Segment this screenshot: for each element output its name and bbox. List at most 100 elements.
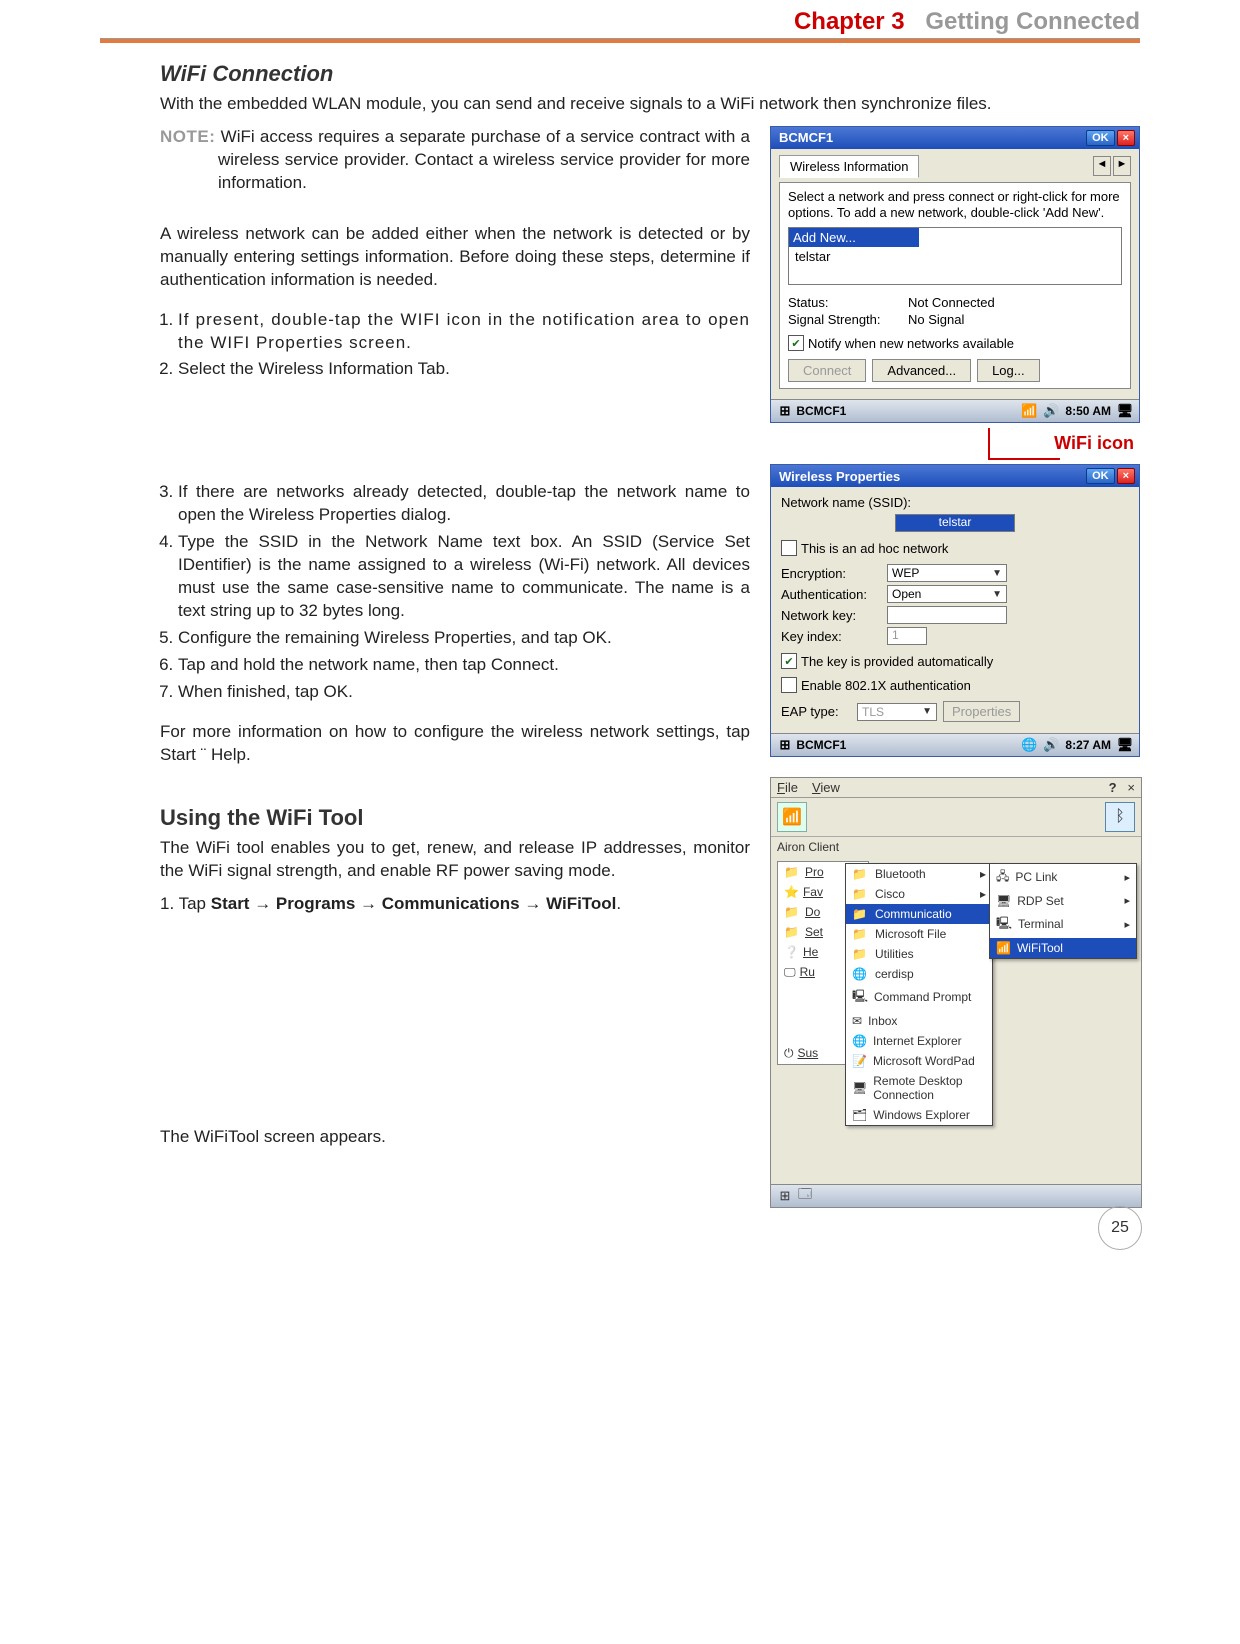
notify-checkbox[interactable]: ✔ bbox=[788, 335, 804, 351]
key-index-input[interactable]: 1 bbox=[887, 627, 927, 645]
dot1x-label: Enable 802.1X authentication bbox=[801, 678, 971, 693]
adhoc-checkbox[interactable] bbox=[781, 540, 797, 556]
chapter-number: Chapter 3 bbox=[794, 8, 905, 35]
ss2-taskbar-app: BCMCF1 bbox=[796, 738, 846, 752]
step-b-6: Tap and hold the network name, then tap … bbox=[178, 654, 750, 677]
ss2-title: Wireless Properties bbox=[779, 469, 900, 484]
step-b-7: When finished, tap OK. bbox=[178, 681, 750, 704]
ss2-ok-button[interactable]: OK bbox=[1086, 468, 1115, 484]
callout-arrow-icon bbox=[988, 428, 1060, 460]
ssid-input[interactable]: telstar bbox=[895, 514, 1015, 532]
status-value: Not Connected bbox=[908, 295, 995, 310]
chapter-header: Chapter 3 Getting Connected bbox=[100, 0, 1140, 38]
menu-item[interactable]: 🖳 Command Prompt bbox=[846, 984, 992, 1011]
add-network-text: A wireless network can be added either w… bbox=[160, 223, 750, 292]
ss3-start-icon[interactable]: ⊞ bbox=[777, 1188, 793, 1204]
step-b-4: Type the SSID in the Network Name text b… bbox=[178, 531, 750, 623]
menu-item[interactable]: Cisco▸ bbox=[846, 884, 992, 904]
menu-view[interactable]: View bbox=[812, 780, 840, 795]
ss1-title: BCMCF1 bbox=[779, 130, 833, 145]
advanced-button[interactable]: Advanced... bbox=[872, 359, 971, 382]
chapter-title: Getting Connected bbox=[925, 8, 1140, 35]
ss1-item-telstar[interactable]: telstar bbox=[789, 247, 1121, 266]
menu-item[interactable]: 🖥 Remote Desktop Connection bbox=[846, 1071, 992, 1105]
step-a-1: If present, double-tap the WIFI icon in … bbox=[178, 310, 750, 352]
submenu-item-wifitool[interactable]: 📶 WiFiTool bbox=[990, 938, 1136, 958]
wifi-icon-label: WiFi icon bbox=[770, 431, 1140, 464]
ss3-close-icon[interactable]: × bbox=[1127, 780, 1135, 795]
note-paragraph: NOTE: WiFi access requires a separate pu… bbox=[160, 126, 750, 195]
enc-label: Encryption: bbox=[781, 566, 881, 581]
auth-label: Authentication: bbox=[781, 587, 881, 602]
tool-intro: The WiFi tool enables you to get, renew,… bbox=[160, 837, 750, 883]
tab-left-icon[interactable]: ◄ bbox=[1093, 156, 1111, 176]
signal-value: No Signal bbox=[908, 312, 964, 327]
dot1x-checkbox[interactable] bbox=[781, 677, 797, 693]
ss1-add-new[interactable]: Add New... bbox=[789, 228, 919, 247]
start-icon[interactable]: ⊞ bbox=[777, 403, 793, 419]
close-icon[interactable]: × bbox=[1117, 130, 1135, 146]
tab-right-icon[interactable]: ► bbox=[1113, 156, 1131, 176]
wifi-icon[interactable]: 📶 bbox=[1021, 403, 1037, 419]
eap-select: TLS▼ bbox=[857, 703, 937, 721]
step-b-5: Configure the remaining Wireless Propert… bbox=[178, 627, 750, 650]
encryption-select[interactable]: WEP▼ bbox=[887, 564, 1007, 582]
communications-submenu: 🖧 PC Link▸ 🖥 RDP Set▸ 🖳 Terminal▸ 📶 WiFi… bbox=[989, 863, 1137, 959]
ss1-help-text: Select a network and press connect or ri… bbox=[788, 189, 1122, 222]
steps-list-b: If there are networks already detected, … bbox=[160, 481, 750, 703]
ss1-ok-button[interactable]: OK bbox=[1086, 130, 1115, 146]
menu-item[interactable]: Bluetooth▸ bbox=[846, 864, 992, 884]
menu-item[interactable]: Utilities bbox=[846, 944, 992, 964]
eap-label: EAP type: bbox=[781, 704, 851, 719]
menu-file[interactable]: File bbox=[777, 780, 798, 795]
log-button[interactable]: Log... bbox=[977, 359, 1040, 382]
menu-item-communications[interactable]: Communicatio bbox=[846, 904, 992, 924]
tool-result: The WiFiTool screen appears. bbox=[160, 1126, 750, 1149]
signal-label: Signal Strength: bbox=[788, 312, 908, 327]
submenu-item[interactable]: 🖥 RDP Set▸ bbox=[990, 891, 1136, 911]
ss1-tab[interactable]: Wireless Information bbox=[779, 155, 919, 178]
step-a-2: Select the Wireless Information Tab. bbox=[178, 358, 750, 381]
menu-item[interactable]: 📝 Microsoft WordPad bbox=[846, 1051, 992, 1071]
bluetooth-icon[interactable]: ᛒ bbox=[1105, 802, 1135, 832]
ss3-explorer-icon[interactable]: 🗔 bbox=[797, 1188, 813, 1204]
network-key-input[interactable] bbox=[887, 606, 1007, 624]
section-heading-wifi: WiFi Connection bbox=[160, 61, 1140, 87]
wifi-tool-icon[interactable]: 📶 bbox=[777, 802, 807, 832]
idx-label: Key index: bbox=[781, 629, 881, 644]
section-heading-tool: Using the WiFi Tool bbox=[160, 805, 750, 831]
ss2-start-icon[interactable]: ⊞ bbox=[777, 737, 793, 753]
ss2-sound-icon[interactable]: 🔊 bbox=[1043, 737, 1059, 753]
status-label: Status: bbox=[788, 295, 908, 310]
sound-icon[interactable]: 🔊 bbox=[1043, 403, 1059, 419]
ss1-time: 8:50 AM bbox=[1065, 404, 1111, 418]
properties-button: Properties bbox=[943, 701, 1020, 722]
ssid-label: Network name (SSID): bbox=[781, 495, 1129, 510]
client-label: Airon Client bbox=[771, 837, 1141, 857]
note-label: NOTE: bbox=[160, 127, 215, 146]
submenu-item[interactable]: 🖧 PC Link▸ bbox=[990, 864, 1136, 891]
menu-item[interactable]: 🗂 Windows Explorer bbox=[846, 1105, 992, 1125]
ss1-network-list[interactable]: Add New... telstar bbox=[788, 227, 1122, 285]
auto-checkbox[interactable]: ✔ bbox=[781, 653, 797, 669]
header-rule bbox=[100, 38, 1140, 43]
ss2-time: 8:27 AM bbox=[1065, 738, 1111, 752]
auto-label: The key is provided automatically bbox=[801, 654, 993, 669]
ss2-close-icon[interactable]: × bbox=[1117, 468, 1135, 484]
menu-item[interactable]: 🌐 Internet Explorer bbox=[846, 1031, 992, 1051]
menu-item[interactable]: ✉ Inbox bbox=[846, 1011, 992, 1031]
menu-item[interactable]: Microsoft File bbox=[846, 924, 992, 944]
step-b-3: If there are networks already detected, … bbox=[178, 481, 750, 527]
screenshot-start-menu: File View ? × 📶 ᛒ Airon Client bbox=[770, 777, 1142, 1208]
ss2-desktop-icon[interactable]: 🖥 bbox=[1117, 737, 1133, 753]
list-empty-row bbox=[789, 266, 1121, 284]
help-icon[interactable]: ? bbox=[1109, 780, 1117, 795]
authentication-select[interactable]: Open▼ bbox=[887, 585, 1007, 603]
intro-text: With the embedded WLAN module, you can s… bbox=[160, 93, 1140, 116]
connect-button[interactable]: Connect bbox=[788, 359, 866, 382]
submenu-item[interactable]: 🖳 Terminal▸ bbox=[990, 911, 1136, 938]
desktop-icon[interactable]: 🖥 bbox=[1117, 403, 1133, 419]
ss1-taskbar-app: BCMCF1 bbox=[796, 404, 846, 418]
ss2-net-icon[interactable]: 🌐 bbox=[1021, 737, 1037, 753]
menu-item[interactable]: cerdisp bbox=[846, 964, 992, 984]
